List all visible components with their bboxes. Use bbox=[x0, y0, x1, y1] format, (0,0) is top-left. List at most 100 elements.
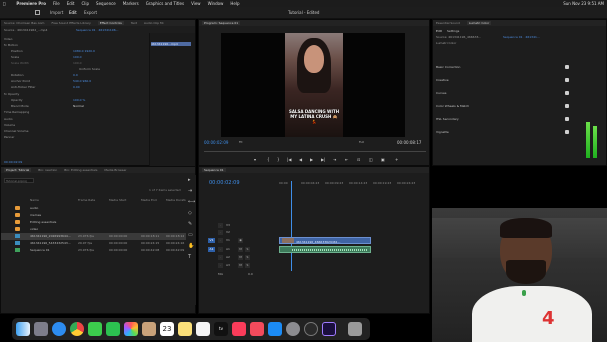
project-row-sequence[interactable]: Sequence 01 23.976 fps 00:00:00:00 00:00:42… bbox=[1, 247, 191, 254]
vignette-check[interactable] bbox=[565, 130, 569, 134]
launchpad-icon[interactable] bbox=[34, 322, 48, 336]
program-timecode[interactable]: 00:00:02:09 bbox=[204, 140, 228, 145]
go-to-in-button[interactable]: |◀ bbox=[287, 157, 291, 162]
lift-button[interactable]: ⇤ bbox=[345, 157, 348, 162]
safari-icon[interactable] bbox=[52, 322, 66, 336]
ec-position-value[interactable]: 1080.0 1920.0 bbox=[73, 49, 95, 53]
solo-icon[interactable]: S bbox=[245, 263, 250, 268]
timeline-tab[interactable]: Sequence 01 bbox=[202, 168, 226, 172]
lumetri-settings-tab[interactable]: Settings bbox=[447, 29, 459, 33]
ec-motion[interactable]: fx Motion bbox=[4, 43, 18, 47]
ec-channel-volume[interactable]: Channel Volume bbox=[4, 129, 28, 133]
mute-icon[interactable]: M bbox=[238, 255, 243, 260]
lock-icon[interactable]: · bbox=[218, 263, 223, 268]
razor-tool[interactable]: ◇ bbox=[188, 210, 192, 216]
ec-blend-select[interactable]: Normal bbox=[73, 104, 84, 108]
vignette-section[interactable]: Vignette bbox=[436, 130, 449, 134]
tab-media-browser[interactable]: Media Browser bbox=[104, 168, 126, 172]
tab-free-sound[interactable]: Free Sound Effects Library bbox=[51, 21, 90, 25]
curves-check[interactable] bbox=[565, 91, 569, 95]
ec-clip-bar[interactable]: 461341196...mp4 bbox=[151, 42, 191, 46]
project-row-clip-2[interactable]: 461341196_5433432543... 29.97 fps 00:00:00… bbox=[1, 240, 191, 247]
rectangle-tool[interactable]: ▭ bbox=[188, 232, 193, 238]
chatgpt-icon[interactable] bbox=[304, 322, 318, 336]
menu-help[interactable]: Help bbox=[230, 1, 239, 6]
program-scrubber[interactable] bbox=[204, 148, 426, 152]
ec-scale-value[interactable]: 100.0 bbox=[73, 55, 82, 59]
zoom-select[interactable]: Fit bbox=[239, 140, 243, 144]
project-row-audio[interactable]: audio bbox=[1, 205, 191, 212]
appletv-icon[interactable]: tv bbox=[214, 322, 228, 336]
selection-tool[interactable]: ▸ bbox=[188, 177, 191, 183]
mark-in-button[interactable]: { bbox=[267, 157, 270, 162]
mute-icon[interactable]: M bbox=[238, 247, 243, 252]
mark-out-button[interactable]: } bbox=[277, 157, 280, 162]
track-a3[interactable]: · A3 M S bbox=[204, 262, 280, 269]
lock-icon[interactable]: · bbox=[218, 247, 223, 252]
ec-mini-timeline[interactable] bbox=[149, 33, 195, 166]
resolution-select[interactable]: Full bbox=[359, 140, 364, 144]
color-wheels-check[interactable] bbox=[565, 104, 569, 108]
timeline-timecode[interactable]: 00:00:02:09 bbox=[209, 180, 240, 186]
ec-anchor-value[interactable]: 540.0 960.0 bbox=[73, 79, 91, 83]
track-select-tool[interactable]: ⇥ bbox=[188, 188, 192, 194]
project-row-video[interactable]: video bbox=[1, 226, 191, 233]
tab-lumetri-color[interactable]: Lumetri Color bbox=[466, 21, 492, 25]
project-row-memes[interactable]: memes bbox=[1, 212, 191, 219]
curves-section[interactable]: Curves bbox=[436, 91, 446, 95]
messages-icon[interactable] bbox=[88, 322, 102, 336]
video-clip[interactable]: 461341196_466633629461... bbox=[279, 237, 371, 244]
mute-icon[interactable]: M bbox=[238, 263, 243, 268]
ec-source-label[interactable]: Source · 4613411962_...mp4 bbox=[4, 28, 47, 32]
col-frame-rate[interactable]: Frame Rate bbox=[78, 198, 95, 202]
lock-icon[interactable]: · bbox=[218, 230, 223, 235]
solo-icon[interactable]: S bbox=[245, 255, 250, 260]
notes-icon[interactable] bbox=[178, 322, 192, 336]
ec-opacity[interactable]: fx Opacity bbox=[4, 92, 19, 96]
source-patch-a1[interactable]: A1 bbox=[208, 247, 215, 252]
news-icon[interactable] bbox=[250, 322, 264, 336]
ec-panner[interactable]: Panner bbox=[4, 135, 14, 139]
pen-tool[interactable]: ✎ bbox=[188, 221, 192, 227]
type-tool[interactable]: T bbox=[188, 254, 191, 260]
tab-effect-controls[interactable]: Effect Controls bbox=[97, 21, 124, 25]
menu-graphics[interactable]: Graphics and Titles bbox=[146, 1, 184, 6]
step-back-button[interactable]: ◀ bbox=[299, 157, 302, 162]
extract-button[interactable]: ⊡ bbox=[357, 157, 360, 162]
lock-icon[interactable]: · bbox=[218, 238, 223, 243]
menubar-clock[interactable]: Sun Nov 23 9:51 AM bbox=[563, 1, 604, 6]
reminders-icon[interactable] bbox=[196, 322, 210, 336]
music-icon[interactable] bbox=[232, 322, 246, 336]
menu-sequence[interactable]: Sequence bbox=[96, 1, 116, 6]
go-to-out-button[interactable]: ⇥ bbox=[333, 157, 336, 162]
tab-import[interactable]: Import bbox=[50, 10, 63, 15]
menu-view[interactable]: View bbox=[191, 1, 201, 6]
mix-value[interactable]: 0.0 bbox=[248, 272, 253, 276]
basic-correction-check[interactable] bbox=[565, 65, 569, 69]
lock-icon[interactable]: · bbox=[218, 255, 223, 260]
tab-bin-editing[interactable]: Bin: Editing essentials bbox=[64, 168, 97, 172]
apple-icon[interactable]:  bbox=[3, 1, 5, 6]
lumetri-edit-tab[interactable]: Edit bbox=[436, 29, 442, 33]
project-row-editing[interactable]: Editing essentials bbox=[1, 219, 191, 226]
program-tab[interactable]: Program: Sequence 01 bbox=[202, 21, 241, 25]
lumetri-sequence[interactable]: Sequence 01 · 461341... bbox=[503, 35, 540, 39]
premiere-icon[interactable] bbox=[322, 322, 336, 336]
ec-antiflicker-value[interactable]: 0.00 bbox=[73, 85, 80, 89]
contacts-icon[interactable] bbox=[142, 322, 156, 336]
track-a2[interactable]: · A2 M S bbox=[204, 254, 280, 261]
tab-source[interactable]: Source: Chomsen Bas Aom bbox=[4, 21, 44, 25]
basic-correction-section[interactable]: Basic Correction bbox=[436, 65, 460, 69]
track-v1[interactable]: V1 · V1 ◉ bbox=[204, 237, 280, 244]
ec-volume[interactable]: Volume bbox=[4, 123, 15, 127]
photos-icon[interactable] bbox=[124, 322, 138, 336]
track-a1[interactable]: A1 · A1 M S bbox=[204, 246, 280, 253]
chrome-icon[interactable] bbox=[70, 322, 84, 336]
solo-icon[interactable]: S bbox=[245, 247, 250, 252]
trash-icon[interactable] bbox=[348, 322, 362, 336]
ec-time-remap[interactable]: Time Remapping bbox=[4, 110, 29, 114]
project-file-label[interactable]: Tutorial.prproj bbox=[4, 178, 34, 183]
col-media-start[interactable]: Media Start bbox=[109, 198, 126, 202]
track-v2[interactable]: · V2 bbox=[204, 229, 280, 236]
source-patch-v1[interactable]: V1 bbox=[208, 238, 215, 243]
